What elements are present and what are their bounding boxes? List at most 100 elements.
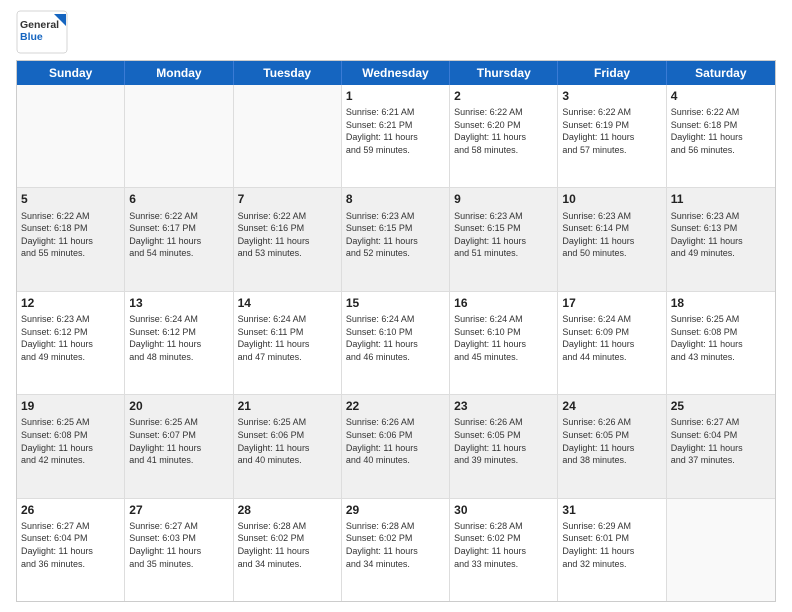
- day-number: 27: [129, 502, 228, 518]
- cell-info: Sunrise: 6:24 AM Sunset: 6:10 PM Dayligh…: [454, 313, 553, 363]
- cal-cell: 24Sunrise: 6:26 AM Sunset: 6:05 PM Dayli…: [558, 395, 666, 497]
- day-number: 20: [129, 398, 228, 414]
- cal-cell: 2 Sunrise: 6:22 AM Sunset: 6:20 PM Daylig…: [450, 85, 558, 187]
- day-number: 24: [562, 398, 661, 414]
- cal-cell: 5Sunrise: 6:22 AM Sunset: 6:18 PM Daylig…: [17, 188, 125, 290]
- cal-week-3: 12Sunrise: 6:23 AM Sunset: 6:12 PM Dayli…: [17, 292, 775, 395]
- cal-cell: 17Sunrise: 6:24 AM Sunset: 6:09 PM Dayli…: [558, 292, 666, 394]
- day-number: 7: [238, 191, 337, 207]
- cal-cell: 4Sunrise: 6:22 AM Sunset: 6:18 PM Daylig…: [667, 85, 775, 187]
- cell-info: Sunrise: 6:29 AM Sunset: 6:01 PM Dayligh…: [562, 520, 661, 570]
- cal-cell: 22Sunrise: 6:26 AM Sunset: 6:06 PM Dayli…: [342, 395, 450, 497]
- cal-cell: 15 Sunrise: 6:24 AM Sunset: 6:10 PM Dayli…: [342, 292, 450, 394]
- day-number: 11: [671, 191, 771, 207]
- cell-info: Sunrise: 6:22 AM Sunset: 6:18 PM Dayligh…: [671, 106, 771, 156]
- day-number: 28: [238, 502, 337, 518]
- cell-info: Sunrise: 6:21 AM Sunset: 6:21 PM Dayligh…: [346, 106, 445, 156]
- cal-cell: 21 Sunrise: 6:25 AM Sunset: 6:06 PM Dayli…: [234, 395, 342, 497]
- cell-info: Sunrise: 6:23 AM Sunset: 6:13 PM Dayligh…: [671, 210, 771, 260]
- cal-cell: 20 Sunrise: 6:25 AM Sunset: 6:07 PM Dayli…: [125, 395, 233, 497]
- cell-info: Sunrise: 6:26 AM Sunset: 6:06 PM Dayligh…: [346, 416, 445, 466]
- cal-cell: 31 Sunrise: 6:29 AM Sunset: 6:01 PM Dayli…: [558, 499, 666, 601]
- cal-cell: [234, 85, 342, 187]
- day-number: 5: [21, 191, 120, 207]
- cell-info: Sunrise: 6:25 AM Sunset: 6:08 PM Dayligh…: [671, 313, 771, 363]
- cell-info: Sunrise: 6:24 AM Sunset: 6:11 PM Dayligh…: [238, 313, 337, 363]
- calendar-header-row: SundayMondayTuesdayWednesdayThursdayFrid…: [17, 61, 775, 85]
- cal-cell: 3 Sunrise: 6:22 AM Sunset: 6:19 PM Daylig…: [558, 85, 666, 187]
- calendar: SundayMondayTuesdayWednesdayThursdayFrid…: [16, 60, 776, 602]
- cal-week-4: 19Sunrise: 6:25 AM Sunset: 6:08 PM Dayli…: [17, 395, 775, 498]
- cal-header-saturday: Saturday: [667, 61, 775, 85]
- cal-cell: 29 Sunrise: 6:28 AM Sunset: 6:02 PM Dayli…: [342, 499, 450, 601]
- cal-cell: 19Sunrise: 6:25 AM Sunset: 6:08 PM Dayli…: [17, 395, 125, 497]
- day-number: 29: [346, 502, 445, 518]
- cell-info: Sunrise: 6:27 AM Sunset: 6:04 PM Dayligh…: [671, 416, 771, 466]
- cell-info: Sunrise: 6:23 AM Sunset: 6:12 PM Dayligh…: [21, 313, 120, 363]
- cal-cell: 9 Sunrise: 6:23 AM Sunset: 6:15 PM Daylig…: [450, 188, 558, 290]
- cal-cell: 12Sunrise: 6:23 AM Sunset: 6:12 PM Dayli…: [17, 292, 125, 394]
- day-number: 30: [454, 502, 553, 518]
- day-number: 3: [562, 88, 661, 104]
- cell-info: Sunrise: 6:25 AM Sunset: 6:06 PM Dayligh…: [238, 416, 337, 466]
- day-number: 17: [562, 295, 661, 311]
- day-number: 14: [238, 295, 337, 311]
- day-number: 1: [346, 88, 445, 104]
- cell-info: Sunrise: 6:22 AM Sunset: 6:16 PM Dayligh…: [238, 210, 337, 260]
- cal-header-friday: Friday: [558, 61, 666, 85]
- day-number: 26: [21, 502, 120, 518]
- cal-header-thursday: Thursday: [450, 61, 558, 85]
- cal-week-2: 5Sunrise: 6:22 AM Sunset: 6:18 PM Daylig…: [17, 188, 775, 291]
- cell-info: Sunrise: 6:26 AM Sunset: 6:05 PM Dayligh…: [454, 416, 553, 466]
- cal-cell: 30Sunrise: 6:28 AM Sunset: 6:02 PM Dayli…: [450, 499, 558, 601]
- cal-week-5: 26 Sunrise: 6:27 AM Sunset: 6:04 PM Dayli…: [17, 499, 775, 601]
- cell-info: Sunrise: 6:25 AM Sunset: 6:08 PM Dayligh…: [21, 416, 120, 466]
- logo-svg: General Blue: [16, 10, 68, 54]
- cal-cell: 27 Sunrise: 6:27 AM Sunset: 6:03 PM Dayli…: [125, 499, 233, 601]
- cell-info: Sunrise: 6:24 AM Sunset: 6:10 PM Dayligh…: [346, 313, 445, 363]
- day-number: 18: [671, 295, 771, 311]
- calendar-body: 1 Sunrise: 6:21 AM Sunset: 6:21 PM Daylig…: [17, 85, 775, 601]
- day-number: 10: [562, 191, 661, 207]
- page: General Blue SundayMondayTuesdayWednesda…: [0, 0, 792, 612]
- cal-cell: 18 Sunrise: 6:25 AM Sunset: 6:08 PM Dayli…: [667, 292, 775, 394]
- logo: General Blue: [16, 10, 68, 54]
- cal-week-1: 1 Sunrise: 6:21 AM Sunset: 6:21 PM Daylig…: [17, 85, 775, 188]
- cell-info: Sunrise: 6:28 AM Sunset: 6:02 PM Dayligh…: [346, 520, 445, 570]
- cal-cell: 1 Sunrise: 6:21 AM Sunset: 6:21 PM Daylig…: [342, 85, 450, 187]
- cell-info: Sunrise: 6:22 AM Sunset: 6:20 PM Dayligh…: [454, 106, 553, 156]
- day-number: 15: [346, 295, 445, 311]
- cal-cell: 28 Sunrise: 6:28 AM Sunset: 6:02 PM Dayli…: [234, 499, 342, 601]
- day-number: 8: [346, 191, 445, 207]
- cal-cell: 10 Sunrise: 6:23 AM Sunset: 6:14 PM Dayli…: [558, 188, 666, 290]
- day-number: 13: [129, 295, 228, 311]
- cell-info: Sunrise: 6:22 AM Sunset: 6:19 PM Dayligh…: [562, 106, 661, 156]
- cal-cell: 11 Sunrise: 6:23 AM Sunset: 6:13 PM Dayli…: [667, 188, 775, 290]
- cell-info: Sunrise: 6:25 AM Sunset: 6:07 PM Dayligh…: [129, 416, 228, 466]
- day-number: 9: [454, 191, 553, 207]
- day-number: 31: [562, 502, 661, 518]
- cell-info: Sunrise: 6:23 AM Sunset: 6:15 PM Dayligh…: [454, 210, 553, 260]
- svg-text:General: General: [20, 19, 59, 31]
- day-number: 25: [671, 398, 771, 414]
- cal-cell: 23 Sunrise: 6:26 AM Sunset: 6:05 PM Dayli…: [450, 395, 558, 497]
- day-number: 2: [454, 88, 553, 104]
- cal-header-monday: Monday: [125, 61, 233, 85]
- day-number: 23: [454, 398, 553, 414]
- cell-info: Sunrise: 6:23 AM Sunset: 6:14 PM Dayligh…: [562, 210, 661, 260]
- cell-info: Sunrise: 6:28 AM Sunset: 6:02 PM Dayligh…: [238, 520, 337, 570]
- cell-info: Sunrise: 6:24 AM Sunset: 6:12 PM Dayligh…: [129, 313, 228, 363]
- cell-info: Sunrise: 6:27 AM Sunset: 6:04 PM Dayligh…: [21, 520, 120, 570]
- cal-header-wednesday: Wednesday: [342, 61, 450, 85]
- cal-header-tuesday: Tuesday: [234, 61, 342, 85]
- day-number: 21: [238, 398, 337, 414]
- cal-cell: 26 Sunrise: 6:27 AM Sunset: 6:04 PM Dayli…: [17, 499, 125, 601]
- cal-header-sunday: Sunday: [17, 61, 125, 85]
- cal-cell: [667, 499, 775, 601]
- cal-cell: 7 Sunrise: 6:22 AM Sunset: 6:16 PM Daylig…: [234, 188, 342, 290]
- cal-cell: 25 Sunrise: 6:27 AM Sunset: 6:04 PM Dayli…: [667, 395, 775, 497]
- day-number: 16: [454, 295, 553, 311]
- cell-info: Sunrise: 6:27 AM Sunset: 6:03 PM Dayligh…: [129, 520, 228, 570]
- svg-text:Blue: Blue: [20, 31, 43, 43]
- cal-cell: 6Sunrise: 6:22 AM Sunset: 6:17 PM Daylig…: [125, 188, 233, 290]
